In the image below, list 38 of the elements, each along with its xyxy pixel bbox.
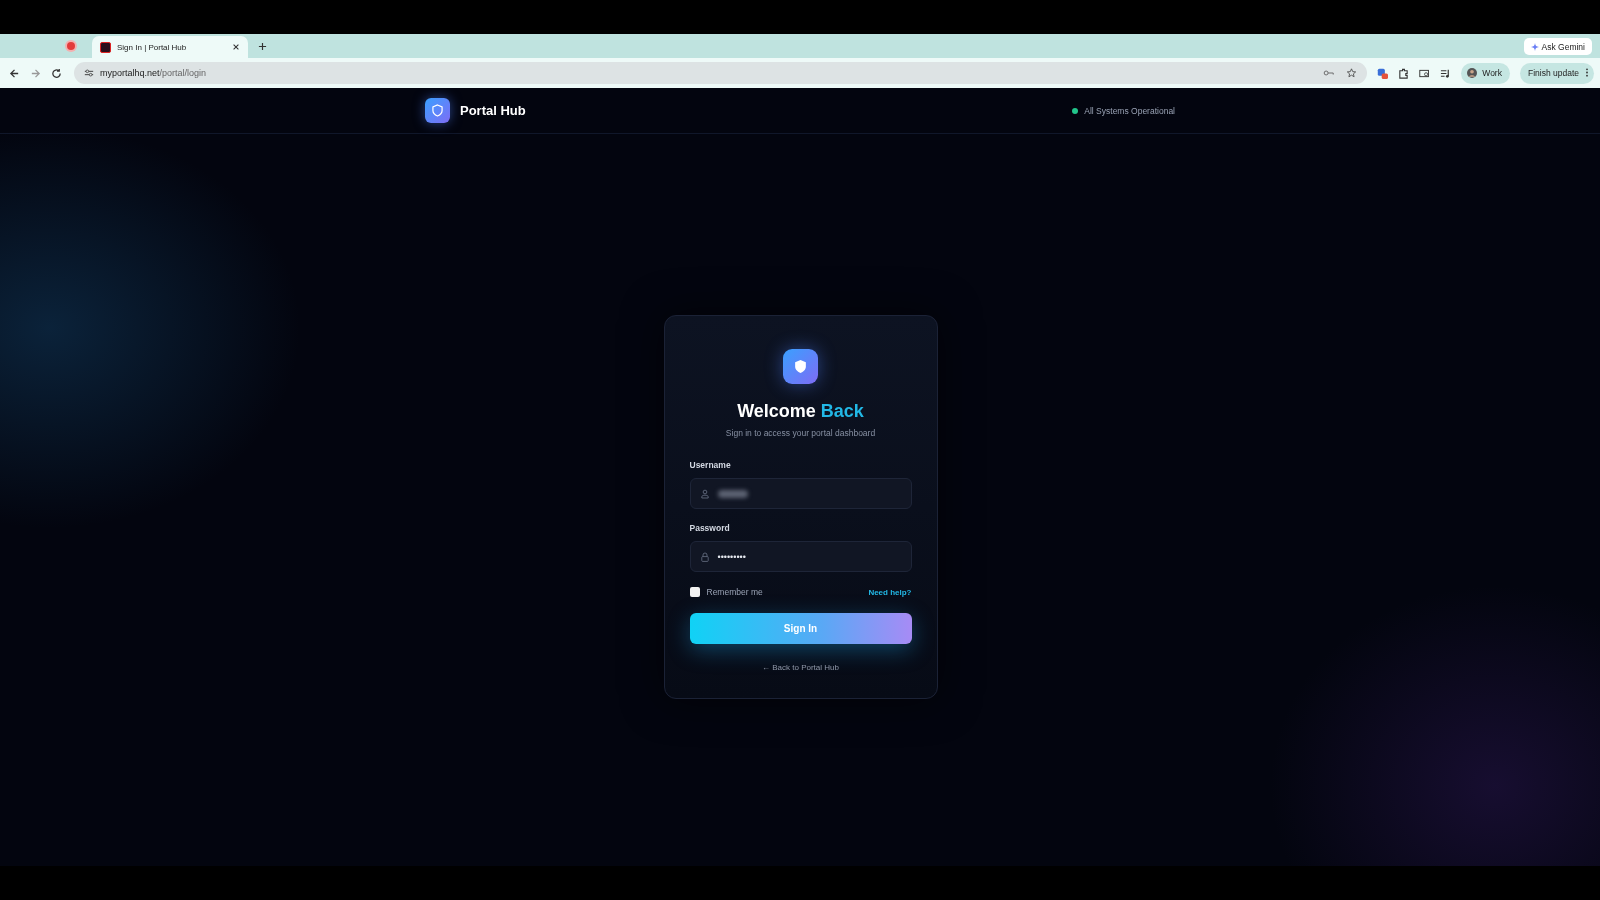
forward-icon[interactable] xyxy=(30,67,41,79)
extension-badge-icon[interactable] xyxy=(1377,67,1389,79)
close-icon[interactable] xyxy=(232,43,240,51)
browser-tab[interactable]: Sign In | Portal Hub xyxy=(92,36,248,58)
avatar-icon xyxy=(1467,68,1478,78)
field-label: Username xyxy=(689,460,732,470)
username-field[interactable] xyxy=(689,478,912,509)
sparkle-icon xyxy=(1530,42,1539,51)
remember-label: Remember me xyxy=(706,587,763,597)
recording-icon xyxy=(67,42,75,50)
media-icon[interactable] xyxy=(1440,67,1452,79)
field-label: Password xyxy=(689,523,731,533)
back-link[interactable]: ← Back to Portal Hub xyxy=(762,663,839,672)
favicon-icon xyxy=(100,41,111,53)
shield-icon xyxy=(783,349,818,384)
lock-icon xyxy=(700,551,709,562)
site-settings-icon[interactable] xyxy=(84,68,94,78)
update-button[interactable]: Finish update xyxy=(1519,62,1594,84)
user-icon xyxy=(700,488,709,499)
ask-button[interactable]: Ask Gemini xyxy=(1523,38,1592,55)
back-icon[interactable] xyxy=(9,67,20,79)
new-tab-icon[interactable] xyxy=(258,42,267,51)
url-text: myportalhq.net/portal/login xyxy=(100,68,207,78)
password-field[interactable]: ••••••••• xyxy=(689,541,912,572)
brand-name: Portal Hub xyxy=(460,103,526,118)
reload-icon[interactable] xyxy=(51,67,62,79)
remember-checkbox[interactable] xyxy=(689,587,700,597)
star-icon[interactable] xyxy=(1346,68,1358,78)
key-icon[interactable] xyxy=(1323,68,1335,78)
shield-logo-icon xyxy=(425,98,450,123)
help-link[interactable]: Need help? xyxy=(868,587,912,597)
profile-button[interactable]: Work xyxy=(1461,62,1510,84)
puzzle-icon[interactable] xyxy=(1398,67,1410,79)
status-text: All Systems Operational xyxy=(1084,105,1175,116)
reading-mode-icon[interactable] xyxy=(1419,67,1431,79)
subtitle: Sign in to access your portal dashboard xyxy=(724,428,877,438)
address-bar[interactable]: myportalhq.net/portal/login xyxy=(74,62,1368,84)
welcome-title: Welcome Back xyxy=(736,401,865,422)
